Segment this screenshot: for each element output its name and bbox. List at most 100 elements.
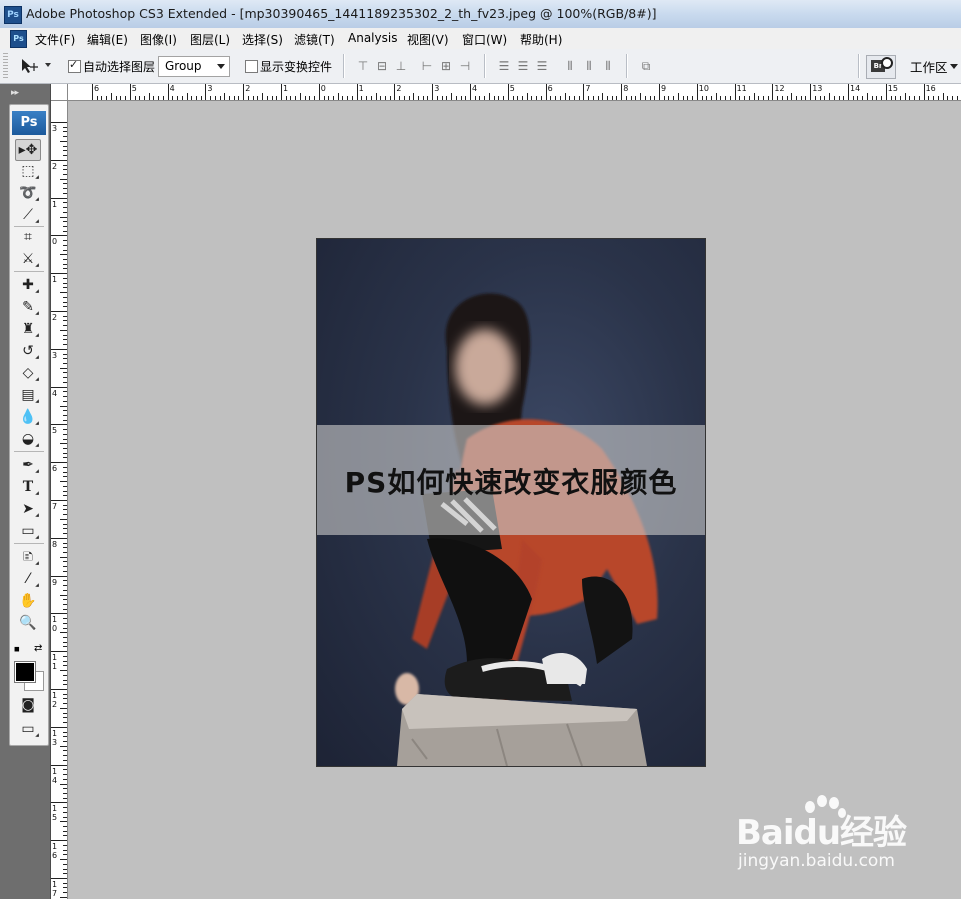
horizontal-ruler[interactable]: 6 5 4 3 2 1 0 1 2 3 4 5 6 7 8 9 10 11 12 13 14 15 16 — [51, 84, 961, 101]
menu-window[interactable]: 窗口(W) — [462, 31, 507, 48]
ruler-minor-tick — [63, 665, 67, 667]
align-bottom-icon[interactable]: ⊥ — [392, 58, 410, 74]
move-tool-icon[interactable] — [20, 57, 40, 75]
ruler-minor-tick — [63, 674, 67, 676]
bridge-button[interactable]: Br — [866, 55, 896, 79]
auto-select-type-select[interactable]: Group — [158, 56, 230, 77]
distribute-left-icon[interactable]: ⫴ — [561, 58, 579, 74]
document-icon[interactable]: Ps — [10, 30, 27, 48]
ruler-minor-tick — [63, 400, 67, 402]
magic-wand-tool-icon[interactable]: ⟋ — [16, 205, 40, 225]
align-hcenter-icon[interactable]: ⊞ — [437, 58, 455, 74]
ruler-minor-tick — [63, 433, 67, 435]
distribute-right-icon[interactable]: ⫴ — [599, 58, 617, 74]
distribute-top-icon[interactable]: ☰ — [495, 58, 513, 74]
auto-align-layers-icon[interactable]: ⧉ — [637, 58, 655, 74]
menu-file[interactable]: 文件(F) — [35, 31, 75, 48]
marquee-tool-icon[interactable]: ⬚ — [16, 161, 40, 181]
foreground-color-swatch[interactable] — [14, 661, 36, 683]
ruler-minor-tick — [257, 96, 259, 100]
menu-layer[interactable]: 图层(L) — [190, 31, 230, 48]
ruler-label: 3 — [52, 350, 58, 360]
ruler-major-tick — [51, 500, 67, 501]
workspace-menu[interactable]: 工作区 — [910, 57, 948, 76]
default-colors-icon[interactable]: ◼ — [14, 645, 23, 654]
screen-mode-icon[interactable]: ▭ — [16, 719, 40, 739]
auto-select-checkbox[interactable] — [68, 58, 81, 73]
ruler-minor-tick — [956, 96, 958, 100]
lasso-tool-icon[interactable]: ➰ — [16, 183, 40, 203]
brush-tool-icon[interactable]: ✎ — [16, 297, 40, 317]
quick-mask-icon[interactable]: ◙ — [16, 695, 40, 715]
vertical-ruler[interactable]: 32101234567891011121314151617 — [51, 100, 68, 899]
options-grip[interactable] — [3, 53, 8, 79]
path-selection-icon[interactable]: ➤ — [16, 499, 40, 519]
menu-select[interactable]: 选择(S) — [242, 31, 283, 48]
notes-tool-icon[interactable]: 🗈 — [16, 547, 40, 567]
align-left-icon[interactable]: ⊢ — [418, 58, 436, 74]
ruler-label: 0 — [320, 84, 326, 93]
ruler-minor-tick — [63, 830, 67, 832]
ruler-origin[interactable] — [51, 84, 68, 101]
swap-colors-icon[interactable]: ⇄ — [34, 643, 42, 654]
menu-filter[interactable]: 滤镜(T) — [294, 31, 335, 48]
distribute-bottom-icon[interactable]: ☰ — [533, 58, 551, 74]
type-tool-icon[interactable]: T — [16, 477, 40, 497]
tool-preset-dropdown[interactable] — [45, 63, 51, 67]
clone-stamp-icon[interactable]: ♜ — [16, 319, 40, 339]
ruler-minor-tick — [63, 774, 67, 776]
ruler-minor-tick — [63, 703, 67, 705]
ruler-minor-tick — [60, 859, 67, 861]
menu-analysis[interactable]: Analysis — [348, 31, 397, 45]
distribute-hcenter-icon[interactable]: ⫴ — [580, 58, 598, 74]
history-brush-icon[interactable]: ↺ — [16, 341, 40, 361]
ruler-minor-tick — [654, 96, 656, 100]
document-canvas[interactable]: PS如何快速改变衣服颜色 — [316, 238, 706, 767]
ruler-minor-tick — [63, 608, 67, 610]
ruler-minor-tick — [96, 96, 98, 100]
ruler-minor-tick — [63, 660, 67, 662]
ruler-major-tick — [659, 84, 660, 100]
zoom-tool-icon[interactable]: 🔍 — [16, 613, 40, 633]
crop-tool-icon[interactable]: ⌗ — [16, 227, 40, 247]
ruler-minor-tick — [63, 155, 67, 157]
expand-panel-icon[interactable]: ▸▸ — [11, 88, 19, 98]
ruler-minor-tick — [890, 96, 892, 100]
move-tool-icon[interactable]: ▸✥ — [15, 139, 41, 161]
hand-tool-icon[interactable]: ✋ — [16, 591, 40, 611]
show-transform-checkbox[interactable] — [245, 60, 258, 73]
gradient-tool-icon[interactable]: ▤ — [16, 385, 40, 405]
menu-image[interactable]: 图像(I) — [140, 31, 177, 48]
ruler-label: 4 — [52, 775, 58, 785]
slice-tool-icon[interactable]: ⚔ — [16, 249, 40, 269]
rectangle-tool-icon[interactable]: ▭ — [16, 521, 40, 541]
menu-view[interactable]: 视图(V) — [407, 31, 449, 48]
menu-edit[interactable]: 编辑(E) — [87, 31, 128, 48]
ruler-minor-tick — [611, 96, 613, 100]
ruler-label: 2 — [52, 700, 58, 709]
eraser-tool-icon[interactable]: ◇ — [16, 363, 40, 383]
ruler-minor-tick — [60, 632, 67, 634]
menu-help[interactable]: 帮助(H) — [520, 31, 562, 48]
ruler-minor-tick — [762, 96, 764, 100]
ruler-major-tick — [51, 311, 67, 312]
healing-brush-icon[interactable]: ✚ — [16, 275, 40, 295]
align-top-icon[interactable]: ⊤ — [354, 58, 372, 74]
eyedropper-icon[interactable]: ⁄ — [16, 569, 40, 589]
ruler-minor-tick — [451, 93, 453, 100]
blur-tool-icon[interactable]: 💧 — [16, 407, 40, 427]
align-right-icon[interactable]: ⊣ — [456, 58, 474, 74]
ruler-minor-tick — [195, 96, 197, 100]
ruler-label: 1 — [52, 662, 58, 672]
distribute-vcenter-icon[interactable]: ☰ — [514, 58, 532, 74]
photoshop-logo: Ps — [12, 111, 46, 135]
chevron-down-icon[interactable] — [950, 64, 958, 69]
dodge-tool-icon[interactable]: ◒ — [16, 429, 40, 449]
ruler-major-tick — [507, 84, 509, 100]
ruler-minor-tick — [125, 96, 127, 100]
ruler-minor-tick — [63, 358, 67, 360]
align-vcenter-icon[interactable]: ⊟ — [373, 58, 391, 74]
ruler-minor-tick — [701, 96, 703, 100]
ruler-minor-tick — [862, 96, 864, 100]
pen-tool-icon[interactable]: ✒ — [16, 455, 40, 475]
